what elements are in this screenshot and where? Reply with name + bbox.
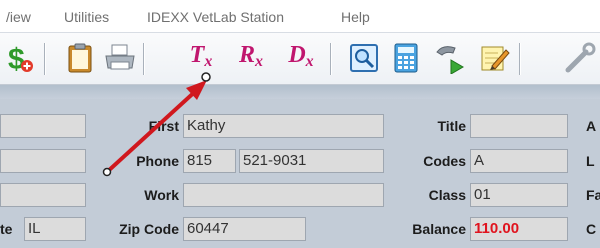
- right-cut-label-3: Fa: [586, 187, 600, 203]
- toolbar-separator: [143, 43, 144, 75]
- zip-code-field[interactable]: 60447: [183, 217, 306, 241]
- left-field-2[interactable]: [0, 149, 86, 173]
- menu-view[interactable]: /iew: [6, 9, 31, 25]
- menu-idexx-vetlab-station[interactable]: IDEXX VetLab Station: [147, 9, 284, 25]
- state-field[interactable]: IL: [24, 217, 86, 241]
- client-form: te IL First Kathy Phone 815 521-9031 Wor…: [0, 99, 600, 248]
- right-cut-label-2: L: [586, 153, 595, 169]
- right-cut-label-4: C: [586, 221, 597, 237]
- diagnosis-icon[interactable]: Dx: [280, 40, 322, 76]
- tx-subscript: x: [204, 52, 213, 70]
- preview-icon[interactable]: [346, 40, 382, 76]
- balance-label: Balance: [412, 221, 466, 237]
- calculator-icon[interactable]: [388, 40, 424, 76]
- printer-icon[interactable]: [102, 40, 138, 76]
- title-field[interactable]: [470, 114, 568, 138]
- menu-bar: /iew Utilities IDEXX VetLab Station Help: [0, 0, 600, 33]
- class-field[interactable]: 01: [470, 183, 568, 207]
- left-field-3[interactable]: [0, 183, 86, 207]
- clipboard-icon[interactable]: [62, 40, 98, 76]
- treatment-icon[interactable]: Tx: [180, 40, 222, 76]
- menu-utilities[interactable]: Utilities: [64, 9, 109, 25]
- phone-call-icon[interactable]: [432, 40, 468, 76]
- work-phone-field[interactable]: [183, 183, 384, 207]
- phone-label: Phone: [136, 153, 179, 169]
- menu-help[interactable]: Help: [341, 9, 370, 25]
- tx-letter: T: [189, 41, 205, 68]
- class-label: Class: [428, 187, 466, 203]
- dollar-add-icon[interactable]: $: [2, 40, 38, 76]
- notepad-edit-icon[interactable]: [476, 40, 512, 76]
- dx-subscript: x: [305, 52, 314, 70]
- first-label: First: [148, 118, 179, 134]
- svg-text:$: $: [8, 43, 25, 75]
- toolbar-separator: [330, 43, 331, 75]
- left-field-1[interactable]: [0, 114, 86, 138]
- title-label: Title: [437, 118, 466, 134]
- work-label: Work: [144, 187, 179, 203]
- first-name-field[interactable]: Kathy: [183, 114, 384, 138]
- codes-label: Codes: [423, 153, 466, 169]
- toolbar-separator: [44, 43, 45, 75]
- dx-letter: D: [288, 41, 306, 68]
- toolbar-separator: [519, 43, 520, 75]
- toolbar: $ Tx Rx Dx: [0, 33, 600, 85]
- rx-subscript: x: [255, 52, 263, 70]
- header-band: [0, 85, 600, 99]
- phone-number-field[interactable]: 521-9031: [239, 149, 384, 173]
- zip-code-label: Zip Code: [119, 221, 179, 237]
- rx-letter: R: [238, 41, 255, 68]
- tool-icon[interactable]: [562, 40, 598, 76]
- codes-field[interactable]: A: [470, 149, 568, 173]
- state-label: te: [0, 221, 13, 237]
- phone-area-code-field[interactable]: 815: [183, 149, 236, 173]
- prescription-icon[interactable]: Rx: [230, 40, 272, 76]
- balance-field[interactable]: 110.00: [470, 217, 568, 241]
- right-cut-label-1: A: [586, 118, 597, 134]
